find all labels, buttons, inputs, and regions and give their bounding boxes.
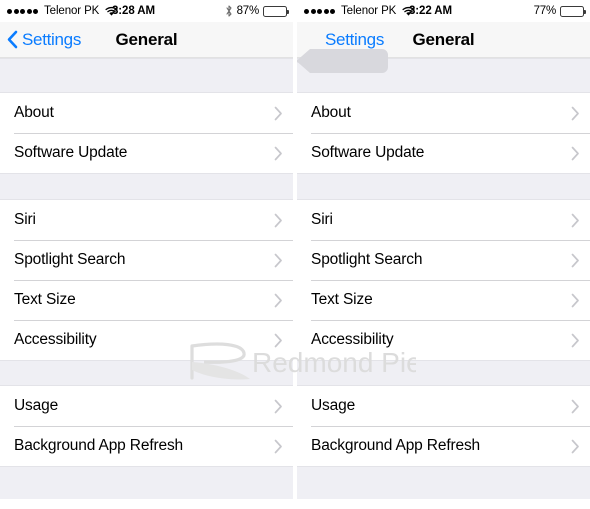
list-item-label: About (14, 104, 54, 121)
clock: 3:22 AM (409, 5, 452, 17)
back-button-label: Settings (22, 29, 82, 49)
battery-icon (263, 5, 289, 17)
chevron-right-icon (571, 106, 580, 121)
status-bar-left-group: Telenor PK (304, 5, 415, 17)
list-item[interactable]: Software Update (0, 133, 293, 173)
list-item[interactable]: Software Update (297, 133, 590, 173)
chevron-right-icon (274, 399, 283, 414)
settings-list-left: About Software Update Siri Spotlight Sea… (0, 58, 293, 499)
list-item-label: Siri (311, 211, 333, 228)
status-bar-right-group-right: 77% (533, 5, 586, 17)
chevron-right-icon (274, 106, 283, 121)
list-item-label: About (311, 104, 351, 121)
chevron-right-icon (571, 213, 580, 228)
nav-bar-left: Settings General (0, 22, 293, 58)
bluetooth-icon (225, 5, 233, 17)
list-item-label: Background App Refresh (311, 437, 481, 454)
list-item[interactable]: Usage (0, 386, 293, 426)
chevron-right-icon (274, 333, 283, 348)
signal-strength-dots-icon (7, 8, 38, 14)
list-item[interactable]: Background App Refresh (0, 426, 293, 466)
section-gap (0, 58, 293, 93)
chevron-left-icon (6, 30, 18, 49)
list-item[interactable]: Accessibility (297, 320, 590, 360)
phone-screen-right: Telenor PK 3:22 AM 77% Settings General … (297, 0, 590, 509)
carrier-name: Telenor PK (341, 5, 397, 17)
section-gap (297, 360, 590, 386)
list-item[interactable]: About (297, 93, 590, 133)
signal-strength-dots-icon (304, 8, 335, 14)
status-bar-left-group: Telenor PK (7, 5, 118, 17)
chevron-right-icon (571, 333, 580, 348)
list-item[interactable]: Background App Refresh (297, 426, 590, 466)
wifi-icon (402, 6, 415, 17)
status-bar-left: Telenor PK 3:28 AM 87% (0, 0, 293, 22)
dual-screenshot-comparison: Telenor PK 3:28 AM 87% Settings General … (0, 0, 590, 509)
carrier-name: Telenor PK (44, 5, 100, 17)
list-item[interactable]: Accessibility (0, 320, 293, 360)
nav-bar-right: Settings General (297, 22, 590, 73)
clock: 3:28 AM (112, 5, 155, 17)
section-gap (0, 360, 293, 386)
status-bar-right-group-left: 87% (225, 5, 289, 17)
chevron-right-icon (274, 439, 283, 454)
chevron-right-icon (274, 146, 283, 161)
chevron-right-icon (274, 213, 283, 228)
list-item-label: Spotlight Search (14, 251, 126, 268)
list-item-label: Accessibility (311, 331, 394, 348)
wifi-icon (105, 6, 118, 17)
battery-percentage: 77% (533, 5, 557, 17)
chevron-right-icon (571, 399, 580, 414)
list-item-label: Siri (14, 211, 36, 228)
settings-list-right: About Software Update Siri Spotlight Sea… (297, 58, 590, 499)
list-item-label: Accessibility (14, 331, 97, 348)
list-item[interactable]: Text Size (0, 280, 293, 320)
battery-percentage: 87% (236, 5, 260, 17)
list-item-label: Text Size (14, 291, 76, 308)
list-item[interactable]: Text Size (297, 280, 590, 320)
list-item[interactable]: About (0, 93, 293, 133)
list-item-label: Background App Refresh (14, 437, 184, 454)
back-button-settings[interactable]: Settings (301, 27, 384, 53)
status-bar-right: Telenor PK 3:22 AM 77% (297, 0, 590, 22)
list-item-label: Usage (14, 397, 59, 414)
list-item-label: Spotlight Search (311, 251, 423, 268)
section-gap (297, 466, 590, 499)
list-item-label: Text Size (311, 291, 373, 308)
list-item-label: Software Update (14, 144, 128, 161)
section-gap (297, 173, 590, 200)
list-item[interactable]: Siri (0, 200, 293, 240)
section-gap (0, 173, 293, 200)
list-item[interactable]: Usage (297, 386, 590, 426)
chevron-right-icon (571, 293, 580, 308)
list-item-label: Usage (311, 397, 356, 414)
back-button-settings[interactable]: Settings (0, 27, 81, 53)
chevron-right-icon (571, 146, 580, 161)
back-button-label: Settings (325, 29, 385, 49)
battery-icon (560, 5, 586, 17)
list-item[interactable]: Spotlight Search (297, 240, 590, 280)
list-item[interactable]: Siri (297, 200, 590, 240)
list-item-label: Software Update (311, 144, 425, 161)
phone-screen-left: Telenor PK 3:28 AM 87% Settings General … (0, 0, 293, 509)
list-item[interactable]: Spotlight Search (0, 240, 293, 280)
chevron-right-icon (571, 439, 580, 454)
chevron-right-icon (274, 293, 283, 308)
chevron-right-icon (274, 253, 283, 268)
chevron-right-icon (571, 253, 580, 268)
section-gap (0, 466, 293, 499)
